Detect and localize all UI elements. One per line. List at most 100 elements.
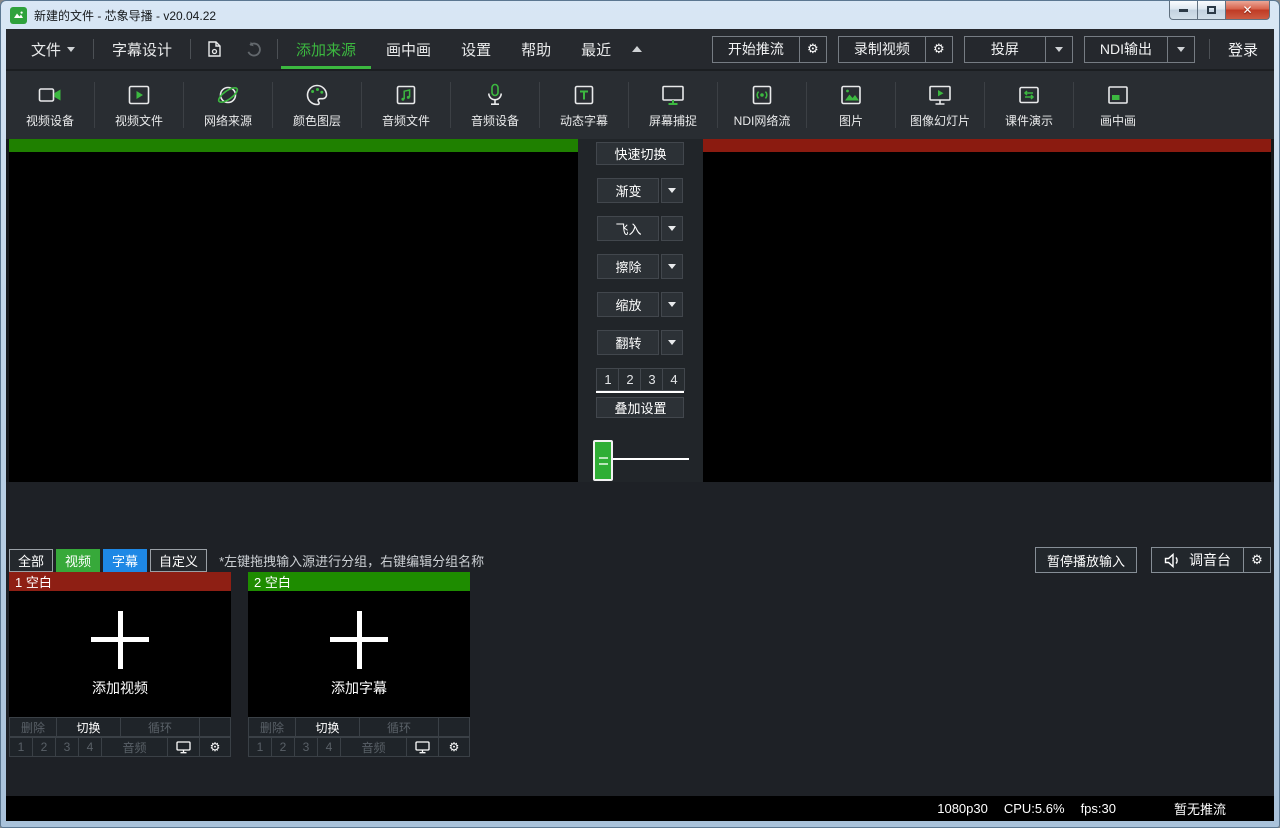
titlebar[interactable]: 新建的文件 - 芯象导播 - v20.04.22 ✕ xyxy=(1,1,1279,29)
collapse-toolbar-icon[interactable] xyxy=(632,46,642,52)
ndi-dropdown-button[interactable] xyxy=(1168,37,1194,62)
mixer-button[interactable]: 调音台 xyxy=(1152,548,1243,572)
toolbar-item-label: 视频设备 xyxy=(26,112,74,129)
toolbar-item-ndi-stream[interactable]: NDI网络流 xyxy=(718,82,806,129)
tab-video[interactable]: 视频 xyxy=(56,549,100,572)
record-video-button[interactable]: 录制视频 xyxy=(839,37,925,62)
cast-button[interactable]: 投屏 xyxy=(965,37,1045,62)
toolbar-item-color-layer[interactable]: 颜色图层 xyxy=(273,82,361,129)
chevron-down-icon xyxy=(668,264,676,269)
source-cards-row: 1 空白 添加视频 删除 切换 循环 1 2 3 xyxy=(9,572,470,757)
maximize-button[interactable] xyxy=(1197,1,1226,20)
tab-pip[interactable]: 画中画 xyxy=(371,29,446,69)
toolbar-item-audio-device[interactable]: 音频设备 xyxy=(451,82,539,129)
ndi-group: NDI输出 xyxy=(1084,36,1195,63)
tab-custom[interactable]: 自定义 xyxy=(150,549,207,572)
stream-settings-button[interactable]: ⚙ xyxy=(800,37,826,62)
slider-handle[interactable] xyxy=(593,440,613,481)
overlay-slot-1[interactable]: 1 xyxy=(596,368,619,391)
card-1-header[interactable]: 1 空白 xyxy=(9,572,231,591)
tab-subtitle[interactable]: 字幕 xyxy=(103,549,147,572)
gear-icon: ⚙ xyxy=(933,43,945,56)
audio-button[interactable]: 音频 xyxy=(340,737,407,757)
toolbar-item-video-device[interactable]: 视频设备 xyxy=(6,82,94,129)
monitor-toggle-button[interactable] xyxy=(406,737,439,757)
transition-fly-button[interactable]: 飞入 xyxy=(597,216,659,241)
overlay-slot-4[interactable]: 4 xyxy=(662,368,685,391)
slider-track[interactable] xyxy=(611,458,689,460)
delete-button[interactable]: 删除 xyxy=(9,717,57,737)
pause-input-button[interactable]: 暂停播放输入 xyxy=(1035,547,1137,573)
transition-fade-dropdown[interactable] xyxy=(661,178,683,203)
delete-button[interactable]: 删除 xyxy=(248,717,296,737)
card-2-header[interactable]: 2 空白 xyxy=(248,572,470,591)
switch-button[interactable]: 切换 xyxy=(56,717,121,737)
transition-zoom-dropdown[interactable] xyxy=(661,292,683,317)
switch-button[interactable]: 切换 xyxy=(295,717,360,737)
overlay-settings-button[interactable]: 叠加设置 xyxy=(596,397,684,418)
slot-1-button[interactable]: 1 xyxy=(248,737,272,757)
toolbar-item-audio-file[interactable]: 音频文件 xyxy=(362,82,450,129)
ndi-stream-icon xyxy=(749,82,775,108)
overlay-slot-3[interactable]: 3 xyxy=(640,368,663,391)
tab-all[interactable]: 全部 xyxy=(9,549,53,572)
toolbar-item-video-file[interactable]: 视频文件 xyxy=(95,82,183,129)
save-button[interactable] xyxy=(194,29,234,69)
slot-2-button[interactable]: 2 xyxy=(271,737,295,757)
card-settings-button[interactable]: ⚙ xyxy=(199,737,231,757)
login-button[interactable]: 登录 xyxy=(1224,39,1262,60)
toolbar-item-label: 图像幻灯片 xyxy=(910,112,970,129)
transition-fade-button[interactable]: 渐变 xyxy=(597,178,659,203)
slot-2-button[interactable]: 2 xyxy=(32,737,56,757)
start-stream-button[interactable]: 开始推流 xyxy=(713,37,799,62)
slot-3-button[interactable]: 3 xyxy=(294,737,318,757)
toolbar-item-pip[interactable]: 画中画 xyxy=(1074,82,1162,129)
card-2-add-area[interactable]: 添加字幕 xyxy=(248,591,470,717)
transition-zoom-button[interactable]: 缩放 xyxy=(597,292,659,317)
transition-wipe-button[interactable]: 擦除 xyxy=(597,254,659,279)
plus-icon xyxy=(91,611,149,669)
toolbar-item-web-source[interactable]: 网络来源 xyxy=(184,82,272,129)
start-stream-group: 开始推流 ⚙ xyxy=(712,36,827,63)
card-settings-button[interactable]: ⚙ xyxy=(438,737,470,757)
minimize-button[interactable] xyxy=(1169,1,1198,20)
transition-flip-button[interactable]: 翻转 xyxy=(597,330,659,355)
quick-switch-button[interactable]: 快速切换 xyxy=(596,142,684,165)
close-button[interactable]: ✕ xyxy=(1225,1,1270,20)
menu-file[interactable]: 文件 xyxy=(16,29,90,69)
divider xyxy=(277,39,278,59)
monitor-toggle-button[interactable] xyxy=(167,737,200,757)
transition-flip-dropdown[interactable] xyxy=(661,330,683,355)
toolbar-item-picture[interactable]: 图片 xyxy=(807,82,895,129)
toolbar-item-screen-capture[interactable]: 屏幕捕捉 xyxy=(629,82,717,129)
slot-4-button[interactable]: 4 xyxy=(317,737,341,757)
tab-recent[interactable]: 最近 xyxy=(566,29,626,69)
gear-icon: ⚙ xyxy=(210,741,221,753)
record-settings-button[interactable]: ⚙ xyxy=(926,37,952,62)
menubar: 文件 字幕设计 添加来源 画中画 xyxy=(6,29,1274,69)
tab-settings[interactable]: 设置 xyxy=(446,29,506,69)
divider xyxy=(190,39,191,59)
toolbar-item-slideshow[interactable]: 图像幻灯片 xyxy=(896,82,984,129)
menu-subtitle-design[interactable]: 字幕设计 xyxy=(97,29,187,69)
ndi-output-button[interactable]: NDI输出 xyxy=(1085,37,1167,62)
mixer-settings-button[interactable]: ⚙ xyxy=(1244,548,1270,572)
loop-button[interactable]: 循环 xyxy=(120,717,200,737)
transition-fly-dropdown[interactable] xyxy=(661,216,683,241)
toolbar-item-dynamic-caption[interactable]: 动态字幕 xyxy=(540,82,628,129)
transition-wipe-dropdown[interactable] xyxy=(661,254,683,279)
slot-3-button[interactable]: 3 xyxy=(55,737,79,757)
loop-button[interactable]: 循环 xyxy=(359,717,439,737)
slot-4-button[interactable]: 4 xyxy=(78,737,102,757)
audio-button[interactable]: 音频 xyxy=(101,737,168,757)
tab-help[interactable]: 帮助 xyxy=(506,29,566,69)
source-toolbar: 视频设备 视频文件 网络来源 颜色图层 音频文件 xyxy=(6,69,1274,139)
overlay-slot-2[interactable]: 2 xyxy=(618,368,641,391)
tab-add-source[interactable]: 添加来源 xyxy=(281,29,371,69)
card-1-add-area[interactable]: 添加视频 xyxy=(9,591,231,717)
slot-1-button[interactable]: 1 xyxy=(9,737,33,757)
toolbar-item-courseware[interactable]: 课件演示 xyxy=(985,82,1073,129)
undo-icon[interactable] xyxy=(234,29,274,69)
program-canvas xyxy=(9,152,578,482)
cast-dropdown-button[interactable] xyxy=(1046,37,1072,62)
